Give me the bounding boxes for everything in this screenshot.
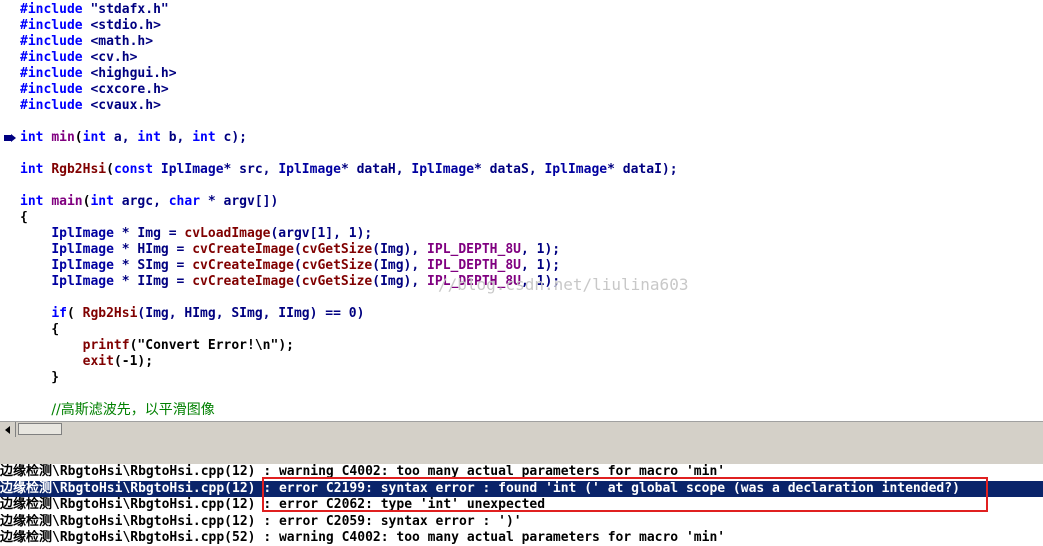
current-line-arrow-icon [4,134,16,142]
code-line: int min(int a, int b, int c); [20,130,248,145]
code-line: #include <highgui.h> [20,66,177,81]
code-line: IplImage * Img = cvLoadImage(argv[1], 1)… [51,226,373,241]
error-highlight-box [262,477,988,512]
code-line: #include <stdio.h> [20,18,161,33]
code-line: } [20,370,60,385]
output-line-error[interactable]: 边缘检测\RbgtoHsi\RbgtoHsi.cpp(12) : error C… [0,514,1043,530]
horizontal-scrollbar[interactable] [0,421,1043,437]
code-line: exit(-1); [82,354,154,369]
output-line-warning[interactable]: 边缘检测\RbgtoHsi\RbgtoHsi.cpp(52) : warning… [0,530,1043,546]
code-line: int Rgb2Hsi(const IplImage* src, IplImag… [20,162,678,177]
code-line: #include "stdafx.h" [20,2,169,17]
code-line: //高斯滤波先，以平滑图像 [51,402,215,418]
scroll-left-arrow-icon [4,425,10,434]
code-line: #include <cvaux.h> [20,98,161,113]
scroll-left-button[interactable] [0,422,16,437]
pane-splitter[interactable] [0,437,1043,464]
code-line: #include <cv.h> [20,50,138,65]
code-line: { [20,210,28,225]
code-editor[interactable]: #include "stdafx.h" #include <stdio.h> #… [0,0,1043,421]
scroll-thumb[interactable] [18,423,62,435]
code-line: #include <cxcore.h> [20,82,169,97]
code-line: int main(int argc, char * argv[]) [20,194,279,209]
watermark-text: //blog.csdn.net/liulina603 [438,275,689,294]
code-line: printf("Convert Error!\n"); [82,338,294,353]
code-line: IplImage * SImg = cvCreateImage(cvGetSiz… [51,258,561,273]
code-line: { [20,322,60,337]
code-line: IplImage * HImg = cvCreateImage(cvGetSiz… [51,242,561,257]
code-line: if( Rgb2Hsi(Img, HImg, SImg, IImg) == 0) [51,306,365,321]
code-line: #include <math.h> [20,34,154,49]
